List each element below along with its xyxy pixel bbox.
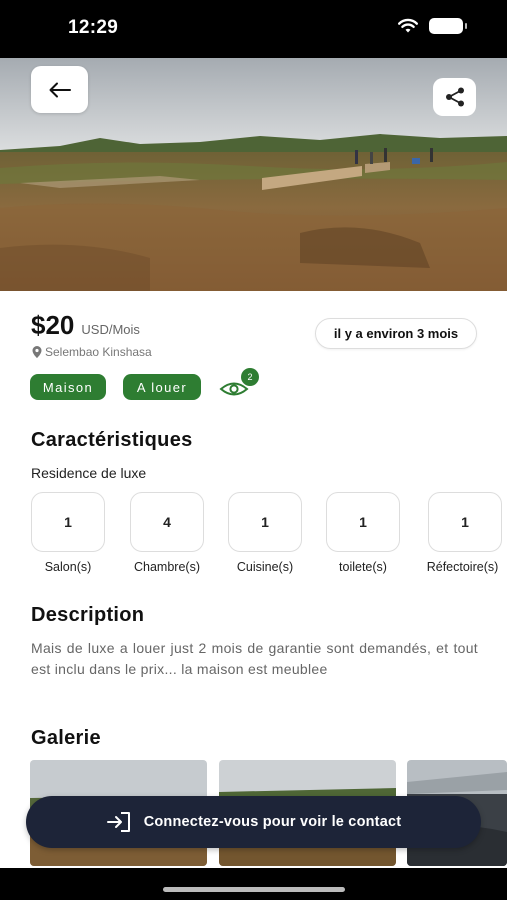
share-button[interactable] xyxy=(433,78,476,116)
location: Selembao Kinshasa xyxy=(32,345,152,359)
characteristics-title: Caractéristiques xyxy=(31,429,193,451)
gallery-title: Galerie xyxy=(31,727,101,749)
feature-toilete-label: toilete(s) xyxy=(339,560,387,574)
feature-refectoire-value: 1 xyxy=(428,492,502,552)
feature-cuisine-value: 1 xyxy=(228,492,302,552)
description-text: Mais de luxe a louer just 2 mois de gara… xyxy=(31,640,478,677)
arrow-left-icon xyxy=(49,82,71,97)
wifi-icon xyxy=(398,18,418,33)
views-count-badge: 2 xyxy=(241,368,259,386)
listing-screen: $20 USD/Mois il y a environ 3 mois Selem… xyxy=(0,58,507,868)
listing-status-tag: A louer xyxy=(123,374,201,400)
status-icons xyxy=(397,18,467,34)
feature-salon-value: 1 xyxy=(31,492,105,552)
feature-cuisine-label: Cuisine(s) xyxy=(236,560,294,574)
feature-salon-label: Salon(s) xyxy=(44,560,92,574)
posted-date-badge: il y a environ 3 mois xyxy=(315,318,477,349)
price-unit: USD/Mois xyxy=(81,322,140,337)
status-bar: 12:29 xyxy=(0,0,507,58)
battery-icon xyxy=(429,18,467,34)
location-text: Selembao Kinshasa xyxy=(45,345,152,359)
status-time: 12:29 xyxy=(68,17,119,38)
price-row: $20 USD/Mois xyxy=(31,310,140,341)
feature-chambre-label: Chambre(s) xyxy=(134,560,200,574)
back-button[interactable] xyxy=(31,66,88,113)
home-bar xyxy=(0,868,507,900)
feature-toilete-value: 1 xyxy=(326,492,400,552)
feature-chambre-value: 4 xyxy=(130,492,204,552)
login-to-contact-button[interactable]: Connectez-vous pour voir le contact xyxy=(26,796,481,848)
property-type-tag: Maison xyxy=(30,374,106,400)
location-pin-icon xyxy=(32,346,42,358)
home-indicator[interactable] xyxy=(163,887,345,892)
price: $20 xyxy=(31,310,75,340)
share-icon xyxy=(445,87,464,107)
login-to-contact-label: Connectez-vous pour voir le contact xyxy=(143,814,402,830)
views-indicator: 2 xyxy=(219,368,261,402)
login-icon xyxy=(106,812,130,832)
feature-refectoire-label: Réfectoire(s) xyxy=(426,560,499,574)
description-title: Description xyxy=(31,604,145,626)
characteristics-subtitle: Residence de luxe xyxy=(31,465,147,481)
